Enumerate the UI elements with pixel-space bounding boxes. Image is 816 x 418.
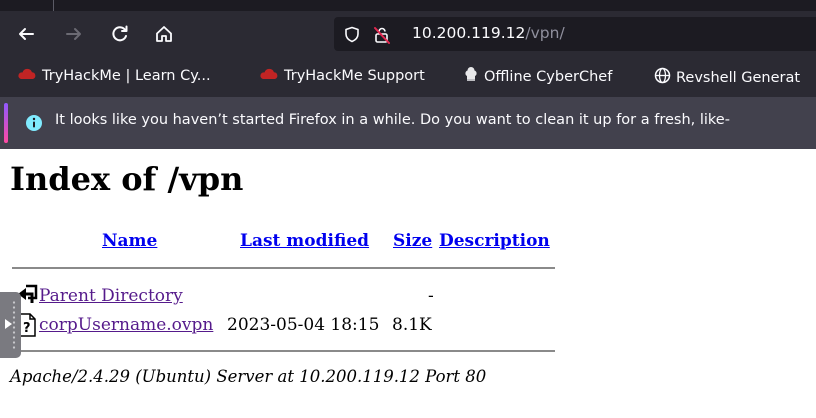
bookmark-tryhackme-learn[interactable]: TryHackMe | Learn Cy... bbox=[17, 67, 211, 85]
svg-text:?: ? bbox=[23, 321, 31, 336]
bookmark-label: TryHackMe | Learn Cy... bbox=[42, 68, 211, 84]
url-text[interactable]: 10.200.119.12/vpn/ bbox=[412, 24, 565, 42]
reload-icon[interactable] bbox=[110, 24, 130, 44]
url-bar[interactable]: 10.200.119.12/vpn/ bbox=[334, 17, 816, 51]
file-last-modified: 2023-05-04 18:15 bbox=[227, 315, 380, 335]
side-panel-handle[interactable] bbox=[0, 292, 21, 358]
notification-accent bbox=[4, 103, 8, 143]
bookmark-revshell-generator[interactable]: Revshell Generat bbox=[654, 67, 800, 88]
column-header-description[interactable]: Description bbox=[439, 231, 550, 251]
file-link[interactable]: corpUsername.ovpn bbox=[39, 315, 213, 335]
bookmark-tryhackme-support[interactable]: TryHackMe Support bbox=[259, 67, 425, 85]
table-divider bbox=[12, 267, 555, 269]
notification-bar: It looks like you haven’t started Firefo… bbox=[0, 97, 816, 149]
url-path: /vpn/ bbox=[525, 24, 565, 42]
home-icon[interactable] bbox=[154, 24, 174, 44]
expand-arrow-icon[interactable] bbox=[5, 319, 12, 329]
info-icon bbox=[25, 114, 43, 132]
tab-strip bbox=[0, 0, 816, 11]
bookmark-label: TryHackMe Support bbox=[284, 68, 425, 84]
page-title: Index of /vpn bbox=[10, 160, 244, 198]
insecure-lock-icon[interactable] bbox=[372, 25, 392, 49]
drag-grip-icon[interactable] bbox=[12, 300, 16, 350]
bookmark-label: Offline CyberChef bbox=[484, 69, 613, 85]
notification-message: It looks like you haven’t started Firefo… bbox=[55, 112, 730, 128]
shield-icon[interactable] bbox=[344, 26, 360, 47]
chef-icon bbox=[463, 67, 479, 87]
column-header-size[interactable]: Size bbox=[393, 231, 432, 251]
column-header-last-modified[interactable]: Last modified bbox=[240, 231, 369, 251]
tab-separator bbox=[53, 0, 54, 11]
url-host: 10.200.119.12 bbox=[412, 24, 526, 42]
back-arrow-icon[interactable] bbox=[16, 24, 36, 44]
bookmark-label: Revshell Generat bbox=[676, 69, 801, 86]
parent-size: - bbox=[428, 286, 434, 306]
server-signature: Apache/2.4.29 (Ubuntu) Server at 10.200.… bbox=[10, 367, 487, 386]
globe-icon bbox=[654, 67, 671, 88]
column-header-name[interactable]: Name bbox=[102, 231, 157, 251]
table-divider bbox=[12, 350, 555, 352]
bookmark-offline-cyberchef[interactable]: Offline CyberChef bbox=[463, 67, 612, 87]
tryhackme-icon bbox=[17, 67, 37, 85]
bookmarks-toolbar: TryHackMe | Learn Cy... TryHackMe Suppor… bbox=[0, 57, 816, 97]
tryhackme-icon bbox=[259, 67, 279, 85]
parent-directory-link[interactable]: Parent Directory bbox=[39, 286, 183, 306]
file-size: 8.1K bbox=[392, 315, 432, 335]
navigation-toolbar: 10.200.119.12/vpn/ bbox=[0, 11, 816, 57]
forward-arrow-icon[interactable] bbox=[64, 24, 84, 44]
